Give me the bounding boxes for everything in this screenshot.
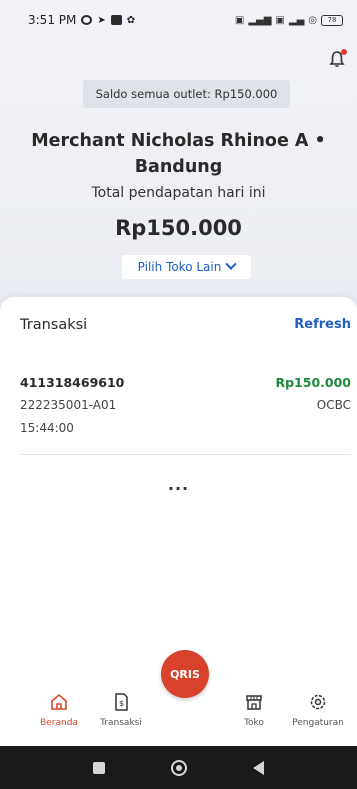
nav-beranda[interactable]: Beranda [24,692,94,728]
signal-icon: ▂▄▆ [248,14,272,26]
battery-icon: 78 [321,14,343,26]
choose-store-label: Pilih Toko Lain [137,260,222,274]
income-label: Total pendapatan hari ini [91,185,266,201]
sim-icon: ▣ [234,14,245,26]
home-icon [51,693,67,710]
merchant-name: Merchant Nicholas Rhinoe A • Bandung [31,131,326,177]
hotspot-icon: ◎ [308,14,317,26]
transaction-id: 411318469610 [20,375,125,390]
transaction-time: 15:44:00 [20,421,74,435]
chevron-down-icon [225,258,238,270]
status-left: 3:51 PM ➤ ✿ [28,13,135,27]
home-button-icon[interactable] [171,759,187,776]
nav-toko-label: Toko [244,718,264,728]
qris-button[interactable]: QRIS [161,650,209,698]
store-icon [246,695,262,710]
saldo-badge: Saldo semua outlet: Rp150.000 [83,80,290,108]
nav-beranda-label: Beranda [40,718,78,728]
nav-transaksi[interactable]: $ Transaksi [86,692,156,728]
system-nav-bar [0,746,357,789]
svg-text:$: $ [119,699,124,708]
sim2-icon: ▣ [275,14,285,26]
more-indicator[interactable]: ... [0,475,357,494]
telegram-icon: ➤ [97,14,106,26]
qris-label: QRIS [170,667,200,681]
transactions-title: Transaksi [20,317,88,333]
notification-dot [341,49,347,55]
income-amount: Rp150.000 [115,216,242,240]
nav-toko[interactable]: Toko [219,692,289,728]
signal2-icon: ▂▄ [288,14,305,26]
nav-pengaturan[interactable]: Pengaturan [283,692,353,728]
status-bar: 3:51 PM ➤ ✿ ▣ ▂▄▆ ▣ ▂▄ ◎ 78 [0,0,357,40]
status-right: ▣ ▂▄▆ ▣ ▂▄ ◎ 78 [234,14,343,26]
notification-icon [110,15,122,25]
recent-apps-icon[interactable] [93,761,105,774]
back-icon[interactable] [253,760,264,775]
notification-bell[interactable] [329,49,347,68]
settings-small-icon: ✿ [126,14,136,26]
alarm-icon [81,15,93,25]
choose-store-button[interactable]: Pilih Toko Lain [122,255,251,279]
status-time: 3:51 PM [28,13,77,27]
transaction-ref: 222235001-A01 [20,398,117,412]
gear-icon [310,694,326,710]
transaction-amount: Rp150.000 [275,375,351,390]
receipt-icon: $ [115,693,128,711]
divider [20,454,351,455]
nav-pengaturan-label: Pengaturan [292,718,344,728]
transaction-bank: OCBC [316,398,351,412]
refresh-button[interactable]: Refresh [294,317,351,332]
nav-transaksi-label: Transaksi [100,718,142,728]
